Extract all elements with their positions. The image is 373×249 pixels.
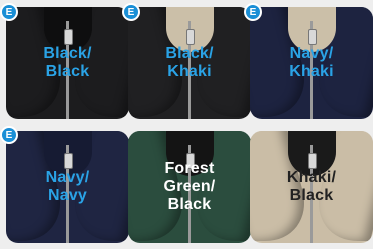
- zipper-pull-icon: [64, 153, 73, 169]
- swatch-label: Forest Green/ Black: [163, 160, 216, 213]
- swatch-navy-navy[interactable]: Navy/ Navy: [6, 131, 129, 243]
- edition-badge-icon: E: [0, 3, 18, 21]
- swatch-navy-khaki[interactable]: Navy/ Khaki: [250, 7, 373, 119]
- zipper-pull-icon: [64, 29, 73, 45]
- swatch-label: Navy/ Navy: [45, 169, 90, 204]
- zipper-pull-icon: [186, 29, 195, 45]
- swatch-label: Black/ Black: [43, 45, 92, 80]
- swatch-label: Black/ Khaki: [165, 45, 214, 80]
- edition-badge-icon: E: [0, 126, 18, 144]
- swatch-khaki-black[interactable]: Khaki/ Black: [250, 131, 373, 243]
- color-swatch-grid: Black/ Black E Black/ Khaki E Navy/ Khak…: [0, 0, 373, 249]
- swatch-forest-green-black[interactable]: Forest Green/ Black: [128, 131, 251, 243]
- zipper-pull-icon: [308, 153, 317, 169]
- edition-badge-icon: E: [122, 3, 140, 21]
- swatch-black-black[interactable]: Black/ Black: [6, 7, 129, 119]
- zipper-pull-icon: [308, 29, 317, 45]
- swatch-black-khaki[interactable]: Black/ Khaki: [128, 7, 251, 119]
- edition-badge-icon: E: [244, 3, 262, 21]
- swatch-label: Navy/ Khaki: [289, 45, 334, 80]
- swatch-label: Khaki/ Black: [286, 169, 337, 204]
